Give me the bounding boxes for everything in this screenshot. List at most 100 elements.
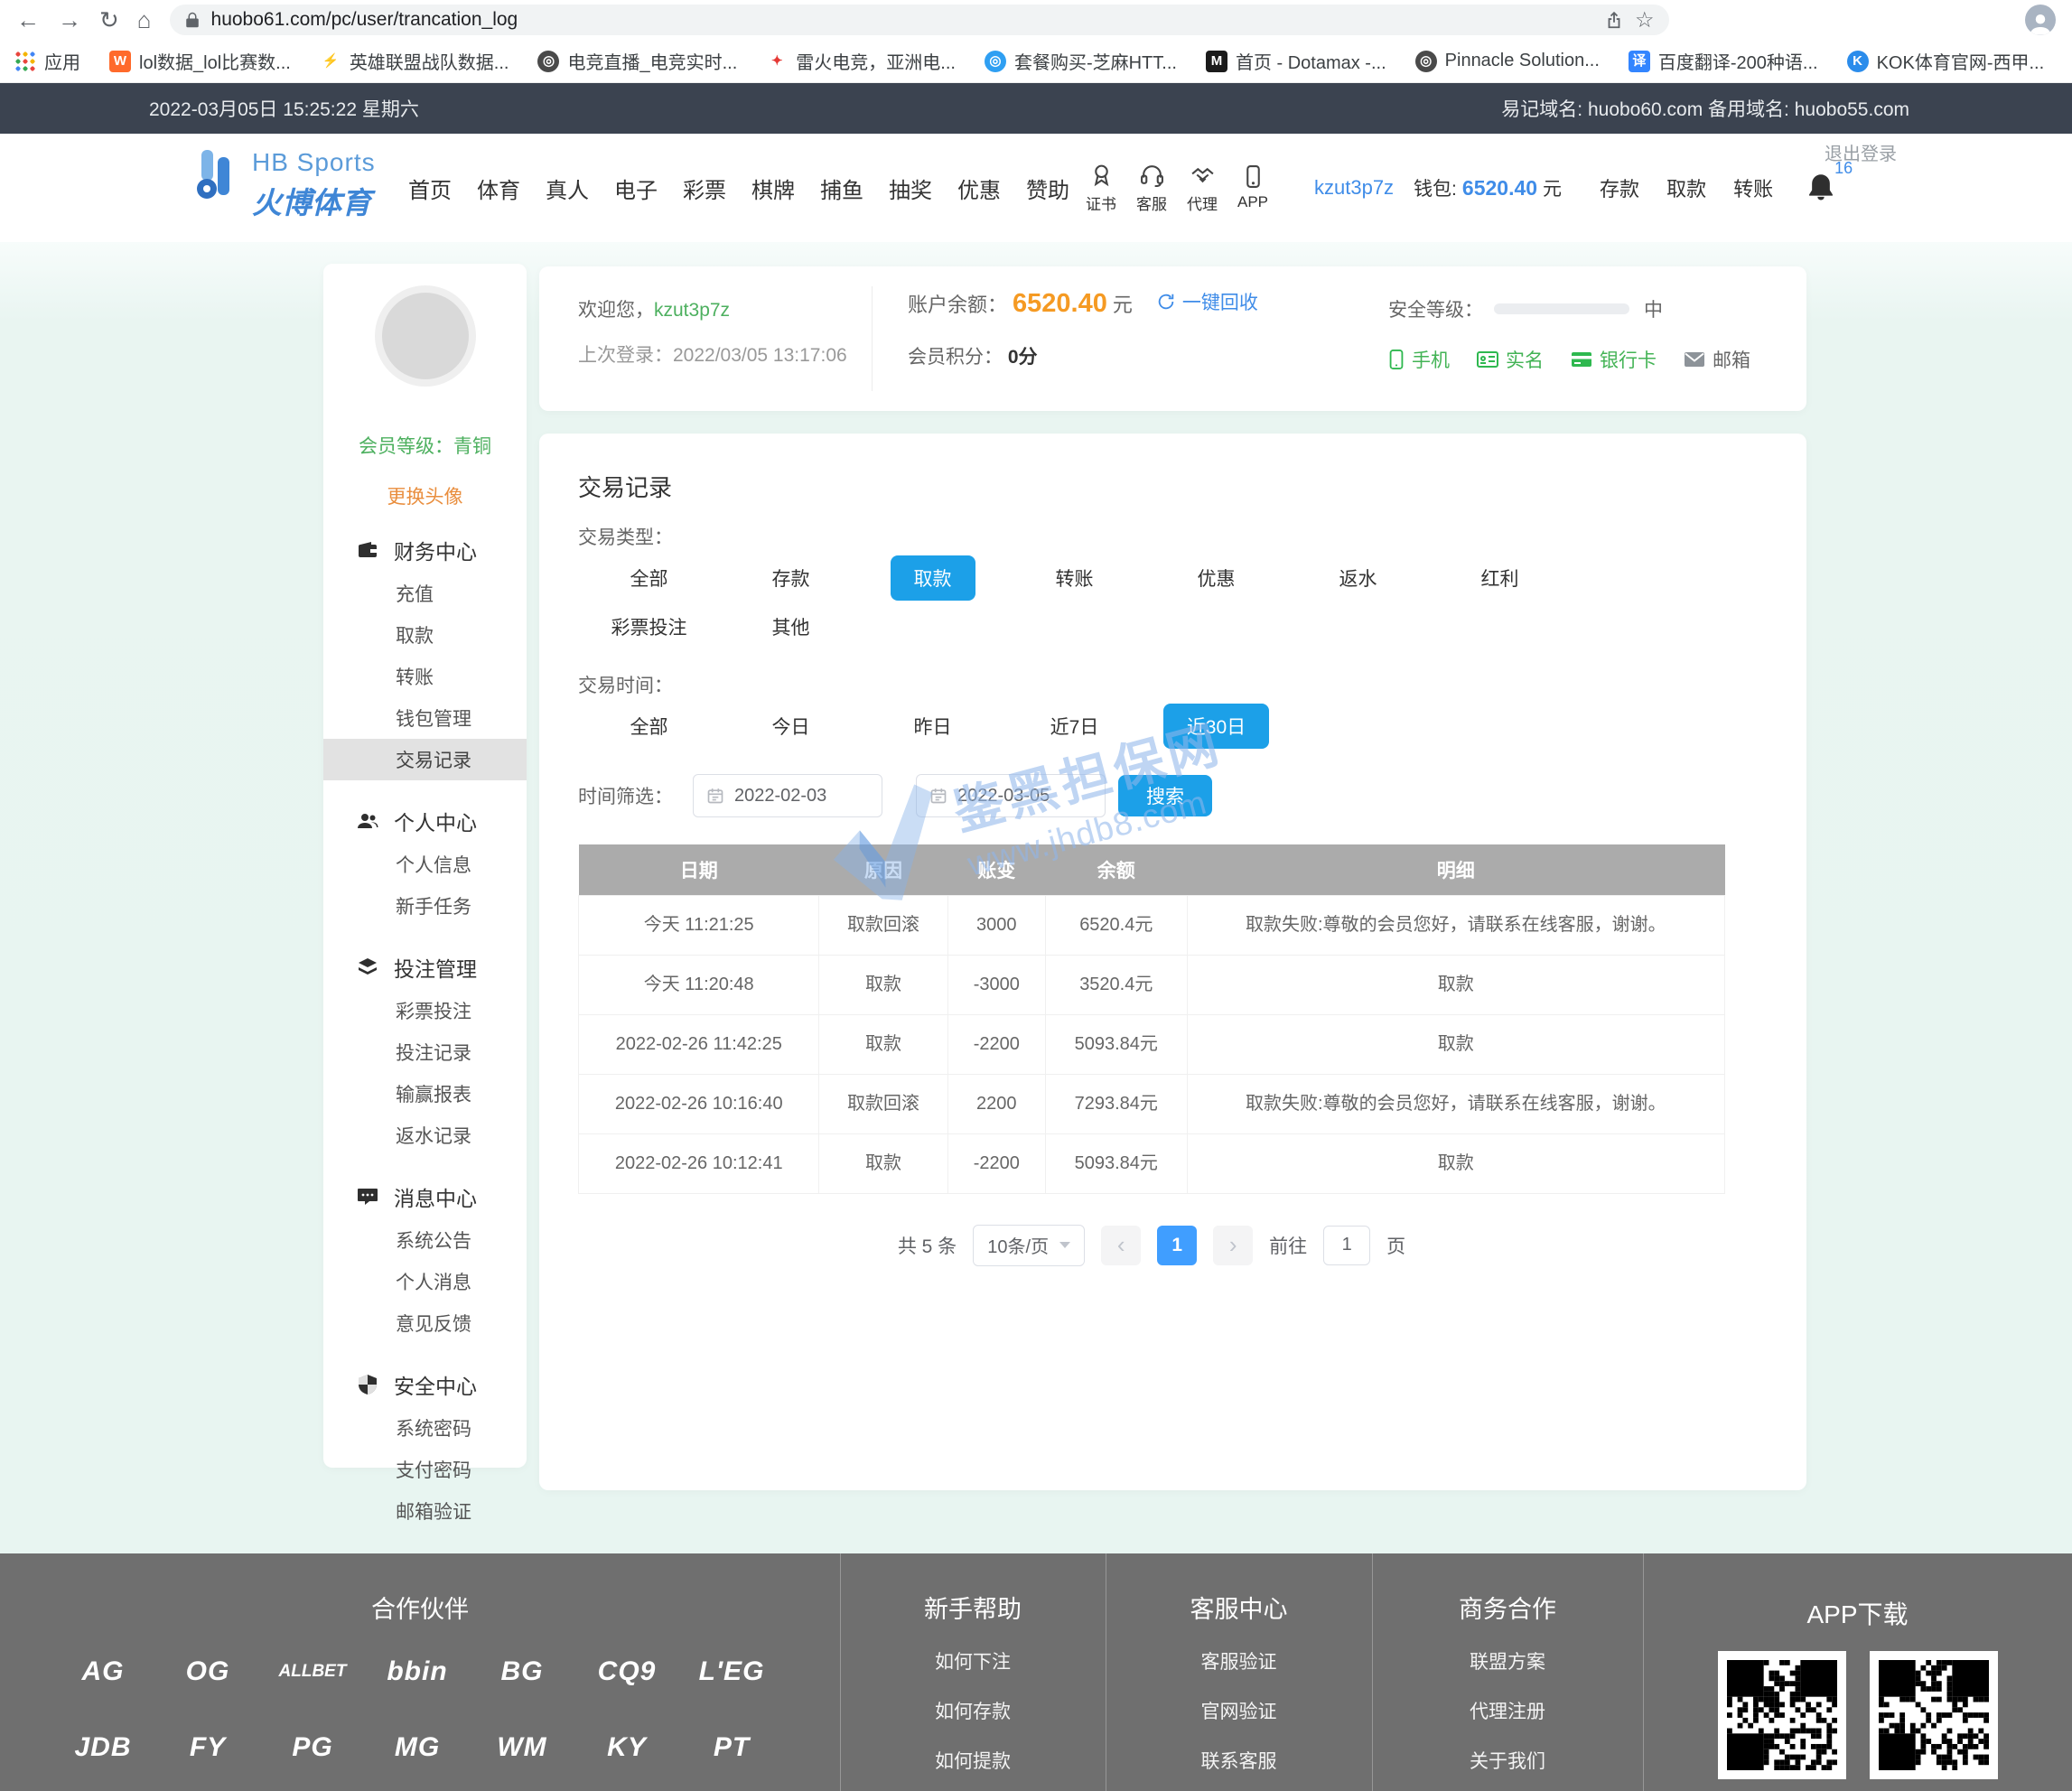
nav-item[interactable]: 体育 [477,173,520,204]
sidebar-menu-item[interactable]: 系统密码 [323,1407,527,1449]
sidebar-menu-item[interactable]: 个人消息 [323,1261,527,1302]
notification-bell[interactable]: 16 [1807,173,1849,202]
app-download-button[interactable]: APP [1237,164,1268,211]
time-filter-button[interactable]: 近30日 [1163,704,1269,749]
email-verify[interactable]: 邮箱 [1684,346,1750,373]
realname-verify[interactable]: 实名 [1477,346,1544,373]
date-to-input[interactable]: 2022-03-05 [916,774,1106,817]
current-page-button[interactable]: 1 [1157,1226,1197,1265]
time-filter-button[interactable]: 近7日 [1027,704,1123,749]
nav-item[interactable]: 棋牌 [751,173,795,204]
sidebar-menu-item[interactable]: 交易记录 [323,739,527,780]
page-size-select[interactable]: 10条/页 [973,1225,1085,1266]
star-icon[interactable]: ☆ [1635,7,1655,33]
time-filter-button[interactable]: 今日 [749,704,834,749]
share-icon[interactable] [1604,10,1624,30]
avatar[interactable] [375,285,476,387]
nav-item[interactable]: 首页 [408,173,452,204]
time-filter-button[interactable]: 昨日 [891,704,975,749]
nav-username[interactable]: kzut3p7z [1314,176,1394,200]
bookmark-item[interactable]: K KOK体育官网-西甲... [1847,48,2045,74]
forward-button[interactable]: → [58,6,81,34]
sidebar-menu-item[interactable]: 新手任务 [323,885,527,927]
nav-item[interactable]: 赞助 [1026,173,1069,204]
wallet-action-link[interactable]: 存款 [1600,173,1639,202]
bookmark-item[interactable]: 译 百度翻译-200种语... [1629,48,1818,74]
type-filter-button[interactable]: 转账 [1032,555,1117,601]
sidebar-menu-item[interactable]: 支付密码 [323,1449,527,1490]
sidebar-menu-item[interactable]: 个人信息 [323,844,527,885]
sidebar-menu-item[interactable]: 返水记录 [323,1115,527,1156]
type-filter-button[interactable]: 优惠 [1174,555,1259,601]
type-filter-button[interactable]: 存款 [749,555,834,601]
bookmark-item[interactable]: ◎ Pinnacle Solution... [1415,51,1600,72]
site-logo[interactable]: HB Sports 火博体育 [194,148,376,222]
bookmark-item[interactable]: ◎ 电竞直播_电竞实时... [537,48,737,74]
sidebar-menu-item[interactable]: 转账 [323,656,527,697]
next-page-button[interactable]: › [1213,1226,1253,1265]
footer-link[interactable]: 官网验证 [1106,1697,1372,1724]
sidebar-menu-item[interactable]: 钱包管理 [323,697,527,739]
profile-avatar[interactable] [2025,5,2056,35]
sidebar-menu-item[interactable]: 意见反馈 [323,1302,527,1344]
sidebar-menu-item[interactable]: 充值 [323,573,527,614]
goto-page-input[interactable]: 1 [1323,1226,1370,1265]
type-filter-button[interactable]: 全部 [607,555,692,601]
footer-link[interactable]: 联系客服 [1106,1747,1372,1774]
footer-link[interactable]: 如何提款 [840,1747,1106,1774]
sidebar-menu-item[interactable]: 投注记录 [323,1031,527,1073]
address-bar[interactable]: huobo61.com/pc/user/trancation_log ☆ [170,5,1669,35]
wallet-action-link[interactable]: 取款 [1666,173,1706,202]
customer-service-button[interactable]: 客服 [1136,163,1167,214]
sidebar-menu-item[interactable]: 邮箱验证 [323,1490,527,1532]
bookmark-item[interactable]: M 首页 - Dotamax -... [1206,48,1386,74]
footer-link[interactable]: 代理注册 [1372,1697,1643,1724]
nav-item[interactable]: 真人 [546,173,589,204]
bookmark-item[interactable]: W lol数据_lol比赛数... [109,48,291,74]
nav-item[interactable]: 优惠 [957,173,1001,204]
sidebar-menu-item[interactable]: 彩票投注 [323,990,527,1031]
back-button[interactable]: ← [16,6,40,34]
home-button[interactable]: ⌂ [137,6,152,34]
partner-logo: WM [470,1710,574,1786]
bookmark-item[interactable]: ✦ 雷火电竞，亚洲电... [766,48,956,74]
phone-verify[interactable]: 手机 [1388,346,1450,373]
nav-item[interactable]: 抽奖 [889,173,932,204]
footer-link[interactable]: 如何存款 [840,1697,1106,1724]
bookmark-item[interactable]: ⚡ 英雄联盟战队数据... [320,48,509,74]
calendar-icon [706,787,724,805]
bookmark-item[interactable]: 应用 [14,48,80,74]
time-filter-button[interactable]: 全部 [607,704,692,749]
type-filter-button[interactable]: 取款 [891,555,975,601]
bookmark-item[interactable]: ◎ 套餐购买-芝麻HTT... [985,48,1177,74]
certificate-icon [1089,163,1114,187]
bank-card-verify[interactable]: 银行卡 [1571,346,1657,373]
logout-link[interactable]: 退出登录 [1825,139,1897,165]
one-key-recycle-button[interactable]: 一键回收 [1156,288,1258,315]
type-filter-button[interactable]: 返水 [1316,555,1401,601]
footer-col-service: 客服中心 客服验证官网验证联系客服 [1106,1553,1372,1791]
table-header: 账变 [947,844,1045,895]
type-filter-button[interactable]: 红利 [1458,555,1543,601]
nav-item[interactable]: 捕鱼 [820,173,863,204]
footer-link[interactable]: 客服验证 [1106,1647,1372,1674]
type-filter-button[interactable]: 彩票投注 [588,604,711,649]
nav-item[interactable]: 彩票 [683,173,726,204]
date-from-input[interactable]: 2022-02-03 [693,774,882,817]
type-filter-button[interactable]: 其他 [749,604,834,649]
wallet-action-link[interactable]: 转账 [1733,173,1773,202]
footer-link[interactable]: 联盟方案 [1372,1647,1643,1674]
agent-button[interactable]: 代理 [1187,163,1218,214]
sidebar-menu-item[interactable]: 输赢报表 [323,1073,527,1115]
search-button[interactable]: 搜索 [1118,775,1212,816]
reload-button[interactable]: ↻ [99,6,119,34]
footer-link[interactable]: 如何下注 [840,1647,1106,1674]
nav-item[interactable]: 电子 [614,173,658,204]
change-avatar-link[interactable]: 更换头像 [323,482,527,509]
sidebar-menu-item[interactable]: 取款 [323,614,527,656]
partner-logo: OB [155,1786,260,1791]
certificate-button[interactable]: 证书 [1086,163,1116,214]
prev-page-button[interactable]: ‹ [1101,1226,1141,1265]
sidebar-menu-item[interactable]: 系统公告 [323,1219,527,1261]
footer-link[interactable]: 关于我们 [1372,1747,1643,1774]
